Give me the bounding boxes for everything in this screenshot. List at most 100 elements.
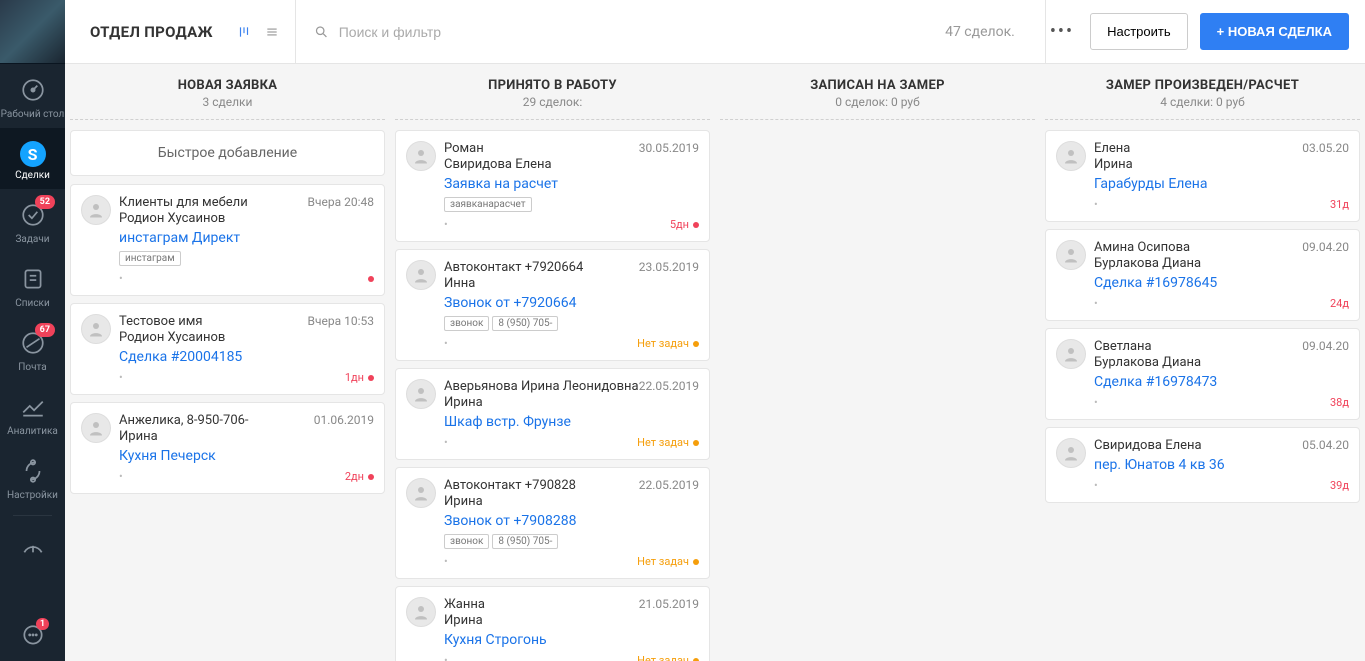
column: НОВАЯ ЗАЯВКА3 сделки Быстрое добавление Кл… <box>65 64 390 661</box>
deal-link[interactable]: Сделка #20004185 <box>119 349 374 365</box>
nav-deals[interactable]: S Сделки <box>0 128 65 189</box>
deal-card[interactable]: Аверьянова Ирина Леонидовна22.05.2019Ири… <box>395 368 710 460</box>
deal-link[interactable]: Звонок от +7920664 <box>444 295 699 311</box>
pipeline-name[interactable]: ОТДЕЛ ПРОДАЖ <box>65 23 233 41</box>
deal-link[interactable]: инстаграм Директ <box>119 230 374 246</box>
deal-card[interactable]: Тестовое имяВчера 10:53Родион ХусаиновСд… <box>70 303 385 395</box>
status: 31д <box>1330 198 1349 211</box>
date: Вчера 10:53 <box>308 314 375 328</box>
dot: • <box>1094 297 1098 310</box>
date: 05.04.20 <box>1302 438 1349 452</box>
topbar: ОТДЕЛ ПРОДАЖ 47 сделок. ••• Настроить + … <box>65 0 1365 64</box>
column-header[interactable]: НОВАЯ ЗАЯВКА3 сделки <box>70 64 385 120</box>
contact: Жанна <box>444 597 485 612</box>
new-deal-button[interactable]: + НОВАЯ СДЕЛКА <box>1200 13 1349 50</box>
dot: • <box>1094 198 1098 211</box>
deal-link[interactable]: Заявка на расчет <box>444 176 699 192</box>
nav-label: Настройки <box>0 490 65 501</box>
column-header[interactable]: ЗАМЕР ПРОИЗВЕДЕН/РАСЧЕТ4 сделки: 0 руб <box>1045 64 1360 120</box>
nav-label: Почта <box>0 362 65 373</box>
status: Нет задач <box>637 436 699 449</box>
avatar <box>1056 240 1086 270</box>
tag: звонок <box>444 316 489 331</box>
deal-card[interactable]: Жанна21.05.2019ИринаКухня Строгонь•Нет з… <box>395 586 710 661</box>
deal-link[interactable]: Звонок от +7908288 <box>444 513 699 529</box>
nav-tasks[interactable]: 52 Задачи <box>0 189 65 253</box>
column-title: НОВАЯ ЗАЯВКА <box>70 78 385 93</box>
responsible: Ирина <box>1094 157 1349 172</box>
column: ЗАПИСАН НА ЗАМЕР0 сделок: 0 руб <box>715 64 1040 661</box>
date: Вчера 20:48 <box>308 195 375 209</box>
nav-analytics[interactable]: Аналитика <box>0 381 65 445</box>
nav-lists[interactable]: Списки <box>0 253 65 317</box>
view-toggle <box>233 21 295 43</box>
date: 22.05.2019 <box>639 379 699 393</box>
status: 39д <box>1330 479 1349 492</box>
column-title: ЗАМЕР ПРОИЗВЕДЕН/РАСЧЕТ <box>1045 78 1360 93</box>
dot: • <box>1094 479 1098 492</box>
deal-link[interactable]: Гарабурды Елена <box>1094 176 1349 192</box>
deal-link[interactable]: пер. Юнатов 4 кв 36 <box>1094 457 1349 473</box>
kanban-view-button[interactable] <box>233 21 255 43</box>
search-area[interactable] <box>296 24 696 40</box>
search-input[interactable] <box>339 24 678 40</box>
date: 22.05.2019 <box>639 478 699 492</box>
deal-card[interactable]: Автоконтакт +792066423.05.2019ИннаЗвонок… <box>395 249 710 361</box>
separator <box>13 515 52 516</box>
deal-link[interactable]: Сделка #16978473 <box>1094 374 1349 390</box>
column-header[interactable]: ПРИНЯТО В РАБОТУ29 сделок: <box>395 64 710 120</box>
deal-link[interactable]: Сделка #16978645 <box>1094 275 1349 291</box>
tags: заявканарасчет <box>444 197 699 212</box>
deals-count: 47 сделок. <box>915 24 1045 40</box>
column-body <box>720 130 1035 150</box>
avatar <box>1056 438 1086 468</box>
badge: 1 <box>36 618 49 630</box>
deal-card[interactable]: Роман30.05.2019Свиридова ЕленаЗаявка на … <box>395 130 710 242</box>
column-header[interactable]: ЗАПИСАН НА ЗАМЕР0 сделок: 0 руб <box>720 64 1035 120</box>
dot: • <box>444 218 448 231</box>
nav-chat[interactable]: 1 <box>0 610 65 661</box>
contact: Тестовое имя <box>119 314 202 329</box>
date: 30.05.2019 <box>639 141 699 155</box>
analytics-icon <box>19 393 47 421</box>
avatar <box>406 260 436 290</box>
date: 09.04.20 <box>1302 339 1349 353</box>
nav-mail[interactable]: 67 Почта <box>0 317 65 381</box>
configure-button[interactable]: Настроить <box>1090 13 1188 50</box>
deal-link[interactable]: Кухня Печерск <box>119 448 374 464</box>
responsible: Родион Хусаинов <box>119 211 374 226</box>
avatar <box>406 379 436 409</box>
nav-dashboard[interactable]: Рабочий стол <box>0 64 65 128</box>
status: 38д <box>1330 396 1349 409</box>
date: 21.05.2019 <box>639 597 699 611</box>
contact: Елена <box>1094 141 1130 156</box>
dot: • <box>444 337 448 350</box>
nav-settings[interactable]: Настройки <box>0 445 65 509</box>
contact: Свиридова Елена <box>1094 438 1202 453</box>
deal-card[interactable]: Анжелика, 8-950-706-01.06.2019ИринаКухня… <box>70 402 385 494</box>
list-view-button[interactable] <box>261 21 283 43</box>
avatar <box>1056 141 1086 171</box>
column: ЗАМЕР ПРОИЗВЕДЕН/РАСЧЕТ4 сделки: 0 руб Ел… <box>1040 64 1365 661</box>
status <box>368 276 374 282</box>
deal-link[interactable]: Кухня Строгонь <box>444 632 699 648</box>
date: 03.05.20 <box>1302 141 1349 155</box>
nav-extra[interactable] <box>0 522 65 573</box>
responsible: Ирина <box>119 429 374 444</box>
tag: инстаграм <box>119 251 181 266</box>
deal-card[interactable]: Елена 03.05.20 Ирина Гарабурды Елена • 31д <box>1045 130 1360 222</box>
deal-card[interactable]: Свиридова Елена 05.04.20 пер. Юнатов 4 кв … <box>1045 427 1360 503</box>
logo[interactable] <box>0 0 65 64</box>
avatar <box>1056 339 1086 369</box>
contact: Анжелика, 8-950-706- <box>119 413 249 428</box>
tag: звонок <box>444 534 489 549</box>
deal-card[interactable]: Светлана09.04.20Бурлакова ДианаСделка #1… <box>1045 328 1360 420</box>
deal-card[interactable]: Автоконтакт +79082822.05.2019ИринаЗвонок… <box>395 467 710 579</box>
dot: • <box>444 436 448 449</box>
more-button[interactable]: ••• <box>1046 21 1078 42</box>
quick-add[interactable]: Быстрое добавление <box>70 130 385 176</box>
deal-card[interactable]: Клиенты для мебелиВчера 20:48Родион Хуса… <box>70 184 385 296</box>
deal-card[interactable]: Амина Осипова09.04.20Бурлакова ДианаСдел… <box>1045 229 1360 321</box>
deal-link[interactable]: Шкаф встр. Фрунзе <box>444 414 699 430</box>
dot: • <box>119 470 123 483</box>
